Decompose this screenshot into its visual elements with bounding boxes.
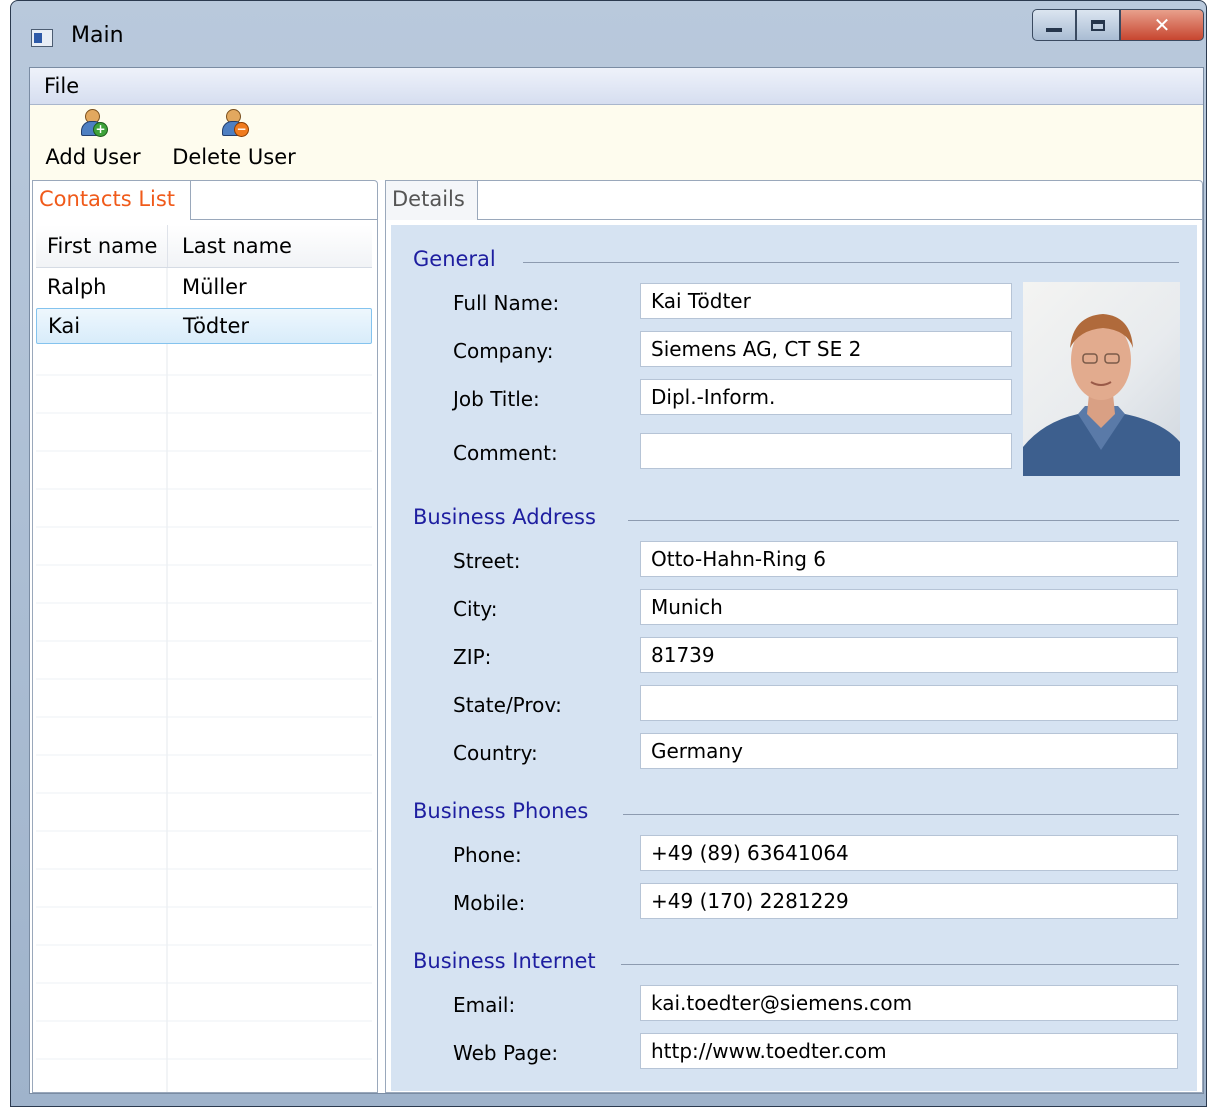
tab-strip-line bbox=[190, 180, 378, 220]
add-user-button[interactable]: + Add User bbox=[38, 109, 148, 177]
country-input[interactable] bbox=[640, 733, 1178, 769]
comment-input[interactable] bbox=[640, 433, 1012, 469]
cell-first-name: Ralph bbox=[47, 275, 107, 299]
label-company: Company: bbox=[453, 339, 554, 363]
details-panel: General Full Name: Company: Job Title: C… bbox=[385, 220, 1203, 1093]
main-window: Main ✕ File + Add User − Delete User Con… bbox=[10, 0, 1207, 1107]
menu-bar: File bbox=[30, 68, 1203, 105]
label-email: Email: bbox=[453, 993, 516, 1017]
company-input[interactable] bbox=[640, 331, 1012, 367]
add-user-icon: + bbox=[80, 109, 108, 137]
toolbar: + Add User − Delete User bbox=[30, 105, 1203, 180]
add-user-label: Add User bbox=[45, 145, 141, 169]
cell-last-name: Tödter bbox=[183, 314, 250, 338]
contact-photo bbox=[1023, 282, 1180, 476]
label-city: City: bbox=[453, 597, 498, 621]
contacts-pane: Contacts List First name Last name Ralph… bbox=[32, 180, 378, 1093]
label-web-page: Web Page: bbox=[453, 1041, 559, 1065]
phone-input[interactable] bbox=[640, 835, 1178, 871]
minimize-icon bbox=[1046, 28, 1062, 32]
maximize-icon bbox=[1091, 19, 1105, 31]
delete-user-label: Delete User bbox=[172, 145, 296, 169]
close-button[interactable]: ✕ bbox=[1120, 9, 1204, 41]
job-title-input[interactable] bbox=[640, 379, 1012, 415]
full-name-input[interactable] bbox=[640, 283, 1012, 319]
title-bar[interactable]: Main ✕ bbox=[11, 1, 1206, 67]
window-title: Main bbox=[71, 23, 124, 48]
table-row-selected[interactable]: Kai Tödter bbox=[36, 308, 372, 344]
tab-details[interactable]: Details bbox=[385, 180, 478, 220]
state-prov-input[interactable] bbox=[640, 685, 1178, 721]
client-area: File + Add User − Delete User Contacts L… bbox=[29, 67, 1204, 1094]
group-divider bbox=[621, 964, 1179, 965]
details-form: General Full Name: Company: Job Title: C… bbox=[391, 225, 1197, 1091]
app-icon[interactable] bbox=[31, 29, 53, 47]
list-grid-lines bbox=[36, 267, 372, 1092]
label-country: Country: bbox=[453, 741, 538, 765]
city-input[interactable] bbox=[640, 589, 1178, 625]
list-header: First name Last name bbox=[36, 225, 372, 268]
group-divider bbox=[623, 814, 1179, 815]
mobile-input[interactable] bbox=[640, 883, 1178, 919]
label-street: Street: bbox=[453, 549, 521, 573]
cell-last-name: Müller bbox=[182, 275, 247, 299]
tab-contacts-list[interactable]: Contacts List bbox=[32, 180, 191, 220]
column-header-last-name[interactable]: Last name bbox=[182, 234, 292, 258]
window-controls: ✕ bbox=[1032, 9, 1204, 43]
delete-user-button[interactable]: − Delete User bbox=[164, 109, 304, 177]
cell-first-name: Kai bbox=[48, 314, 81, 338]
tab-strip-line bbox=[477, 180, 1203, 220]
group-title-business-phones: Business Phones bbox=[413, 799, 589, 823]
column-header-first-name[interactable]: First name bbox=[47, 234, 157, 258]
group-divider bbox=[523, 262, 1179, 263]
details-pane: Details General Full Name: Company: Job … bbox=[385, 180, 1203, 1093]
label-state-prov: State/Prov: bbox=[453, 693, 562, 717]
contacts-list-view[interactable]: First name Last name Ralph Müller Kai Tö… bbox=[32, 220, 378, 1093]
group-divider bbox=[628, 520, 1179, 521]
label-job-title: Job Title: bbox=[453, 387, 540, 411]
group-title-business-address: Business Address bbox=[413, 505, 596, 529]
label-full-name: Full Name: bbox=[453, 291, 560, 315]
label-zip: ZIP: bbox=[453, 645, 492, 669]
street-input[interactable] bbox=[640, 541, 1178, 577]
maximize-button[interactable] bbox=[1076, 9, 1120, 41]
email-input[interactable] bbox=[640, 985, 1178, 1021]
group-title-general: General bbox=[413, 247, 496, 271]
label-mobile: Mobile: bbox=[453, 891, 526, 915]
delete-user-icon: − bbox=[221, 109, 249, 137]
label-comment: Comment: bbox=[453, 441, 558, 465]
group-title-business-internet: Business Internet bbox=[413, 949, 596, 973]
web-page-input[interactable] bbox=[640, 1033, 1178, 1069]
zip-input[interactable] bbox=[640, 637, 1178, 673]
menu-file[interactable]: File bbox=[44, 74, 79, 98]
minimize-button[interactable] bbox=[1032, 9, 1076, 41]
label-phone: Phone: bbox=[453, 843, 522, 867]
table-row[interactable]: Ralph Müller bbox=[36, 270, 372, 306]
close-icon: ✕ bbox=[1153, 13, 1171, 37]
